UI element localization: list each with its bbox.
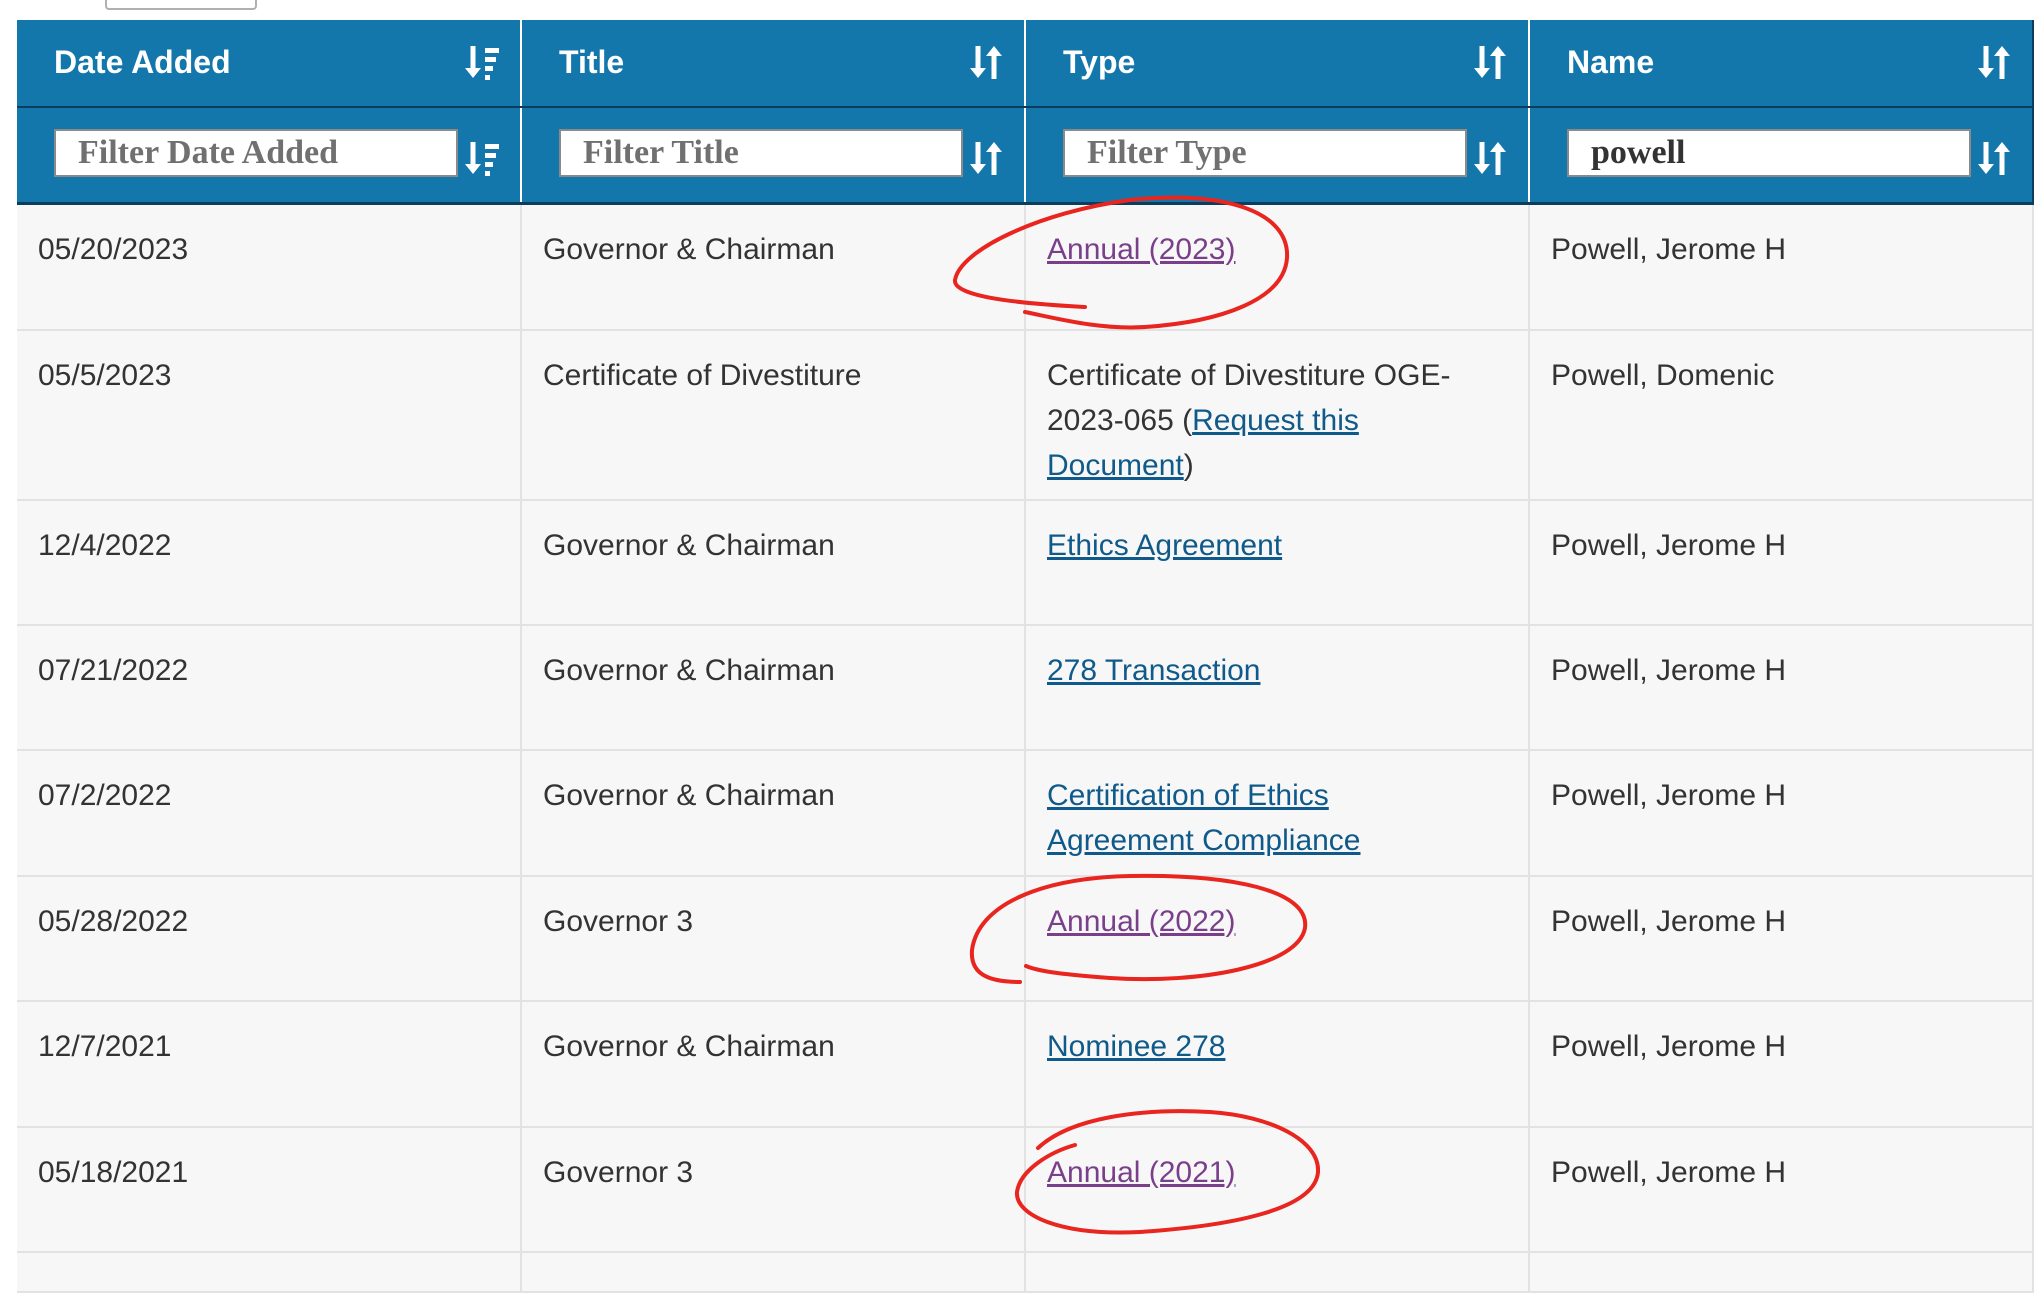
table-row-partial (17, 1251, 2034, 1293)
name-cell: Powell, Jerome H (1529, 203, 2034, 331)
name-cell: Powell, Jerome H (1529, 1000, 2034, 1128)
sort-desc-icon[interactable] (464, 138, 500, 178)
name-cell: Powell, Jerome H (1529, 749, 2034, 877)
column-label: Type (1063, 44, 1136, 80)
table-row: 05/5/2023 Certificate of Divestiture Cer… (17, 329, 2034, 501)
pagination-select[interactable] (105, 0, 257, 10)
column-header-type[interactable]: Type (1025, 20, 1530, 108)
type-cell: Certificate of Divestiture OGE-2023-065 … (1025, 329, 1530, 501)
filter-cell-type (1025, 107, 1530, 205)
type-link[interactable]: Annual (2022) (1047, 905, 1235, 938)
filter-cell-title (521, 107, 1026, 205)
date-cell: 07/21/2022 (17, 624, 522, 751)
sort-both-icon[interactable] (968, 42, 1004, 82)
type-link[interactable]: 278 Transaction (1047, 654, 1260, 687)
filter-date-added-input[interactable] (54, 129, 458, 177)
type-link[interactable]: Nominee 278 (1047, 1030, 1225, 1063)
table-row: 07/2/2022 Governor & Chairman Certificat… (17, 749, 2034, 877)
name-cell: Powell, Domenic (1529, 329, 2034, 501)
filter-name-input[interactable] (1567, 129, 1971, 177)
name-cell: Powell, Jerome H (1529, 1126, 2034, 1253)
date-cell: 12/7/2021 (17, 1000, 522, 1128)
column-label: Date Added (54, 44, 231, 80)
filter-row (17, 107, 2034, 205)
type-cell: Nominee 278 (1025, 1000, 1530, 1128)
sort-both-icon[interactable] (1472, 42, 1508, 82)
column-label: Title (559, 44, 625, 80)
filter-title-input[interactable] (559, 129, 963, 177)
title-cell: Governor & Chairman (521, 749, 1026, 877)
filter-cell-date-added (17, 107, 522, 205)
date-cell: 05/20/2023 (17, 203, 522, 331)
type-link[interactable]: Annual (2021) (1047, 1156, 1235, 1189)
table-row: 07/21/2022 Governor & Chairman 278 Trans… (17, 624, 2034, 751)
filter-type-input[interactable] (1063, 129, 1467, 177)
header-row: Date Added Title Type Name (17, 20, 2034, 108)
type-cell: 278 Transaction (1025, 624, 1530, 751)
type-cell: Annual (2022) (1025, 875, 1530, 1002)
type-cell: Annual (2021) (1025, 1126, 1530, 1253)
type-link[interactable]: Annual (2023) (1047, 233, 1235, 266)
type-cell: Annual (2023) (1025, 203, 1530, 331)
column-header-name[interactable]: Name (1529, 20, 2034, 108)
type-cell: Certification of Ethics Agreement Compli… (1025, 749, 1530, 877)
date-cell: 05/5/2023 (17, 329, 522, 501)
date-cell: 07/2/2022 (17, 749, 522, 877)
sort-both-icon[interactable] (1472, 138, 1508, 178)
type-cell: Ethics Agreement (1025, 499, 1530, 626)
name-cell: Powell, Jerome H (1529, 624, 2034, 751)
sort-both-icon[interactable] (1976, 42, 2012, 82)
title-cell: Governor & Chairman (521, 1000, 1026, 1128)
title-cell: Certificate of Divestiture (521, 329, 1026, 501)
column-header-title[interactable]: Title (521, 20, 1026, 108)
type-link[interactable]: Ethics Agreement (1047, 529, 1282, 562)
title-cell: Governor 3 (521, 875, 1026, 1002)
column-header-date-added[interactable]: Date Added (17, 20, 522, 108)
title-cell: Governor & Chairman (521, 499, 1026, 626)
filter-cell-name (1529, 107, 2034, 205)
title-cell: Governor & Chairman (521, 203, 1026, 331)
table-row: 12/4/2022 Governor & Chairman Ethics Agr… (17, 499, 2034, 626)
results-table: Date Added Title Type Name Filter Date A… (17, 20, 2034, 1293)
name-cell: Powell, Jerome H (1529, 499, 2034, 626)
date-cell: 05/28/2022 (17, 875, 522, 1002)
name-cell: Powell, Jerome H (1529, 875, 2034, 1002)
title-cell: Governor 3 (521, 1126, 1026, 1253)
type-link[interactable]: Certification of Ethics Agreement Compli… (1047, 779, 1361, 857)
table-row: 05/18/2021 Governor 3 Annual (2021) Powe… (17, 1126, 2034, 1253)
sort-desc-icon[interactable] (464, 42, 500, 82)
sort-both-icon[interactable] (968, 138, 1004, 178)
column-label: Name (1567, 44, 1655, 80)
sort-both-icon[interactable] (1976, 138, 2012, 178)
title-cell: Governor & Chairman (521, 624, 1026, 751)
table-row: 05/28/2022 Governor 3 Annual (2022) Powe… (17, 875, 2034, 1002)
date-cell: 12/4/2022 (17, 499, 522, 626)
table-row: 12/7/2021 Governor & Chairman Nominee 27… (17, 1000, 2034, 1128)
type-text-suffix: ) (1183, 448, 1194, 482)
table-row: 05/20/2023 Governor & Chairman Annual (2… (17, 203, 2034, 331)
date-cell: 05/18/2021 (17, 1126, 522, 1253)
